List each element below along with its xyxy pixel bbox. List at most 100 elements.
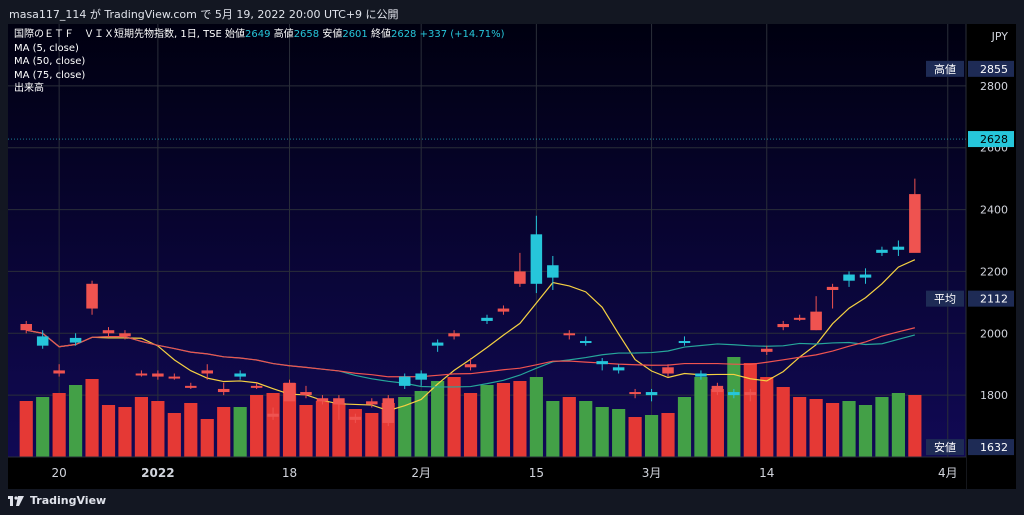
candle-body [563, 333, 576, 336]
candle-body [431, 342, 444, 346]
volume-bar [760, 377, 774, 457]
y-tick-label: 2200 [980, 265, 1008, 278]
candle-body [316, 398, 329, 402]
volume-bar [217, 407, 231, 457]
candle-body [892, 246, 905, 250]
volume-bar [677, 397, 692, 457]
volume-bar [200, 419, 214, 457]
candle-body [119, 333, 131, 337]
candle-body [826, 286, 839, 290]
candle-body [86, 283, 98, 309]
candle-body [135, 373, 148, 376]
candle-body [547, 265, 559, 278]
x-tick-label: 20 [51, 466, 66, 480]
volume-bar [69, 385, 83, 457]
candle-body [662, 367, 674, 374]
volume-bar [315, 401, 330, 457]
candle-body [695, 373, 707, 377]
legend-open-label: 始値 [225, 29, 246, 40]
volume-bar [447, 377, 461, 457]
candle-body [678, 341, 691, 344]
candle-body [185, 385, 197, 388]
volume-bar [562, 397, 576, 457]
candle-body [612, 367, 625, 371]
volume-bar [825, 403, 840, 457]
volume-bar [19, 401, 33, 457]
volume-bar [184, 403, 198, 457]
high-tag-value: 2855 [980, 63, 1008, 76]
volume-bar [595, 407, 609, 457]
legend-symbol: 国際のＥＴＦ ＶＩＸ短期先物指数, 1日, TSE [14, 29, 222, 40]
legend-indicator-ma5[interactable]: MA (5, close) [14, 42, 505, 56]
tradingview-logo-text: TradingView [30, 494, 107, 507]
volume-bar [529, 377, 543, 457]
volume-bar [85, 379, 99, 457]
volume-bar [694, 377, 708, 457]
candle-body [398, 376, 411, 386]
legend-open-value: 2649 [245, 29, 271, 40]
candle-body [349, 416, 362, 420]
top-bar: masa117_114 が TradingView.com で 5月 19, 2… [0, 0, 1024, 24]
x-tick-label: 3月 [642, 466, 662, 480]
tradingview-logo[interactable]: TradingView [8, 494, 106, 507]
legend-indicator-ma75[interactable]: MA (75, close) [14, 69, 505, 83]
candle-body [777, 324, 789, 328]
volume-bar [661, 413, 675, 457]
volume-bar [52, 393, 66, 457]
y-tick-label: 2800 [980, 80, 1008, 93]
candle-body [448, 333, 460, 337]
y-tick-label: 2400 [980, 204, 1008, 217]
candle-body [497, 308, 510, 312]
candle-body [168, 376, 181, 379]
y-tick-label: 1800 [980, 389, 1008, 402]
volume-bar [431, 381, 445, 457]
candle-body [859, 274, 872, 278]
candle-body [69, 337, 82, 343]
avg-tag-label: 平均 [934, 293, 956, 306]
candle-body [152, 373, 164, 377]
last-price-tag: 2628 [980, 133, 1008, 146]
candle-body [53, 370, 65, 374]
tradingview-logo-icon [8, 495, 24, 506]
candle-body [283, 382, 296, 402]
volume-bar [875, 397, 889, 457]
candle-body [711, 385, 724, 393]
legend-high-value: 2658 [293, 29, 320, 40]
candle-body [530, 234, 543, 284]
candle-body [579, 341, 592, 344]
volume-bar [151, 401, 165, 457]
candle-body [201, 370, 214, 374]
currency-label: JPY [991, 30, 1009, 43]
chart-legend: 国際のＥＴＦ ＶＩＸ短期先物指数, 1日, TSE 始値2649 高値2658 … [14, 28, 505, 96]
legend-low-value: 2601 [342, 29, 368, 40]
candle-body [760, 348, 773, 352]
volume-bar [36, 397, 50, 457]
volume-bar [134, 397, 149, 457]
legend-high-label: 高値 [273, 29, 294, 40]
volume-bar [579, 401, 593, 457]
volume-bar [233, 407, 247, 457]
legend-indicator-volume[interactable]: 出来高 [14, 82, 505, 96]
volume-bar [858, 405, 873, 457]
volume-bar [496, 383, 511, 457]
volume-bar [463, 393, 478, 457]
volume-bar [809, 399, 823, 457]
candle-body [217, 388, 230, 393]
volume-bar [101, 405, 116, 457]
candle-body [629, 392, 641, 395]
volume-bar [612, 409, 626, 457]
x-tick-label: 4月 [938, 466, 958, 480]
volume-bar [480, 385, 494, 457]
candle-body [645, 392, 658, 396]
candle-body [333, 398, 345, 405]
bottom-bar [0, 489, 1024, 515]
volume-bar [793, 397, 807, 457]
candle-body [909, 194, 921, 253]
legend-indicator-ma50[interactable]: MA (50, close) [14, 55, 505, 69]
candle-body [793, 317, 806, 320]
candle-body [481, 317, 493, 321]
volume-bar [250, 395, 264, 457]
legend-low-label: 安値 [322, 29, 343, 40]
candle-body [382, 398, 395, 423]
x-tick-label: 15 [529, 466, 544, 480]
